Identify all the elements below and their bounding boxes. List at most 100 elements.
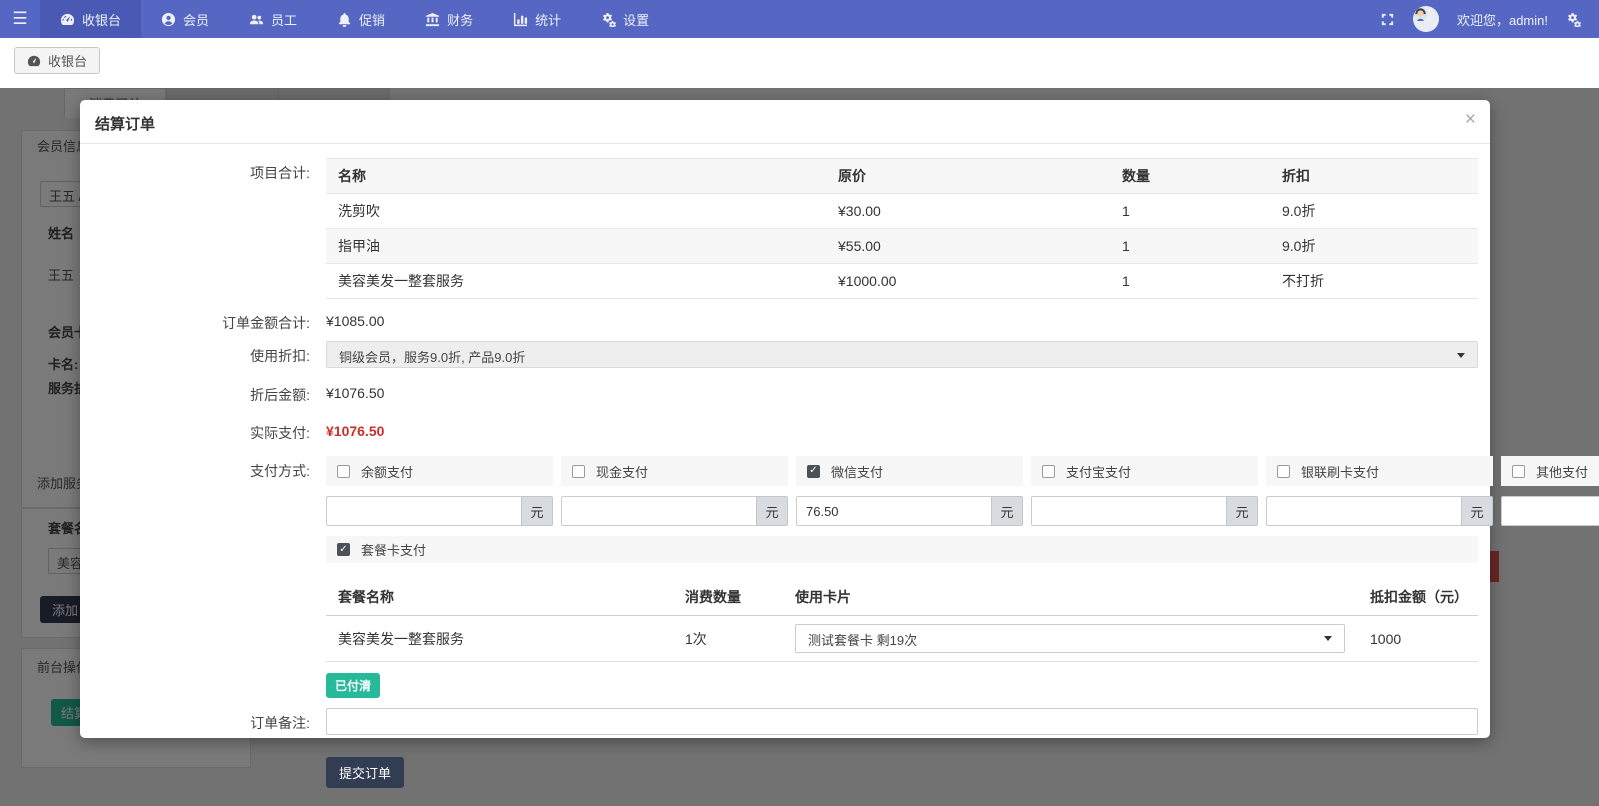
cash-amount-input[interactable] [561,496,756,526]
close-icon[interactable]: × [1465,110,1476,129]
nav-item-label: 促销 [359,10,385,29]
avatar[interactable] [1413,6,1439,32]
cell-name: 美容美发一整套服务 [326,264,826,299]
cell-name: 指甲油 [326,229,826,264]
wechat-amount-input[interactable] [796,496,991,526]
pkg-cell-amount: 1000 [1358,616,1478,662]
cell-discount: 不打折 [1270,264,1478,299]
welcome-text[interactable]: 欢迎您，admin! [1457,10,1548,29]
cell-price: ¥1000.00 [826,264,1110,299]
top-navbar: ☰ 收银台 会员 员工 促销 财务 统计 设置 [0,0,1599,38]
other-pay-checkbox[interactable] [1512,465,1525,478]
cell-discount: 9.0折 [1270,194,1478,229]
alipay-checkbox[interactable] [1042,465,1055,478]
nav-item-label: 收银台 [82,10,121,29]
chevron-down-icon [1324,636,1332,641]
payment-option-label: 支付宝支付 [1066,462,1131,481]
unit-addon: 元 [756,496,788,526]
nav-item-cashier[interactable]: 收银台 [40,0,141,38]
card-select-value: 测试套餐卡 剩19次 [808,633,917,648]
payment-option-cash: 现金支付 [561,456,788,486]
package-card-table: 套餐名称 消费数量 使用卡片 抵扣金额（元） 美容美发一整套服务 1次 测试套餐… [326,579,1478,662]
modal-header: 结算订单 × [80,100,1490,144]
cell-qty: 1 [1110,229,1270,264]
nav-item-label: 统计 [535,10,561,29]
nav-item-statistics[interactable]: 统计 [493,0,581,38]
unit-addon: 元 [521,496,553,526]
nav-item-label: 设置 [623,10,649,29]
pkg-header-count: 消费数量 [673,579,783,616]
other-amount-input[interactable] [1501,496,1599,526]
payment-method-label: 支付方式: [80,456,326,698]
cell-qty: 1 [1110,194,1270,229]
pkg-header-name: 套餐名称 [326,579,673,616]
use-discount-label: 使用折扣: [80,341,326,368]
package-card-pay-checkbox[interactable] [337,543,350,556]
table-row: 美容美发一整套服务 1次 测试套餐卡 剩19次 1000 [326,616,1478,662]
unionpay-amount-group: 元 [1266,496,1493,526]
payment-option-balance: 余额支付 [326,456,553,486]
nav-item-member[interactable]: 会员 [141,0,229,38]
dashboard-icon [27,54,41,68]
menu-icon[interactable]: ☰ [0,0,40,38]
chart-icon [513,12,528,27]
payment-option-unionpay: 银联刷卡支付 [1266,456,1493,486]
cell-discount: 9.0折 [1270,229,1478,264]
package-card-pay-row: 套餐卡支付 [326,536,1478,563]
card-select[interactable]: 测试套餐卡 剩19次 [795,624,1345,653]
payment-option-label: 余额支付 [361,462,413,481]
payment-option-label: 现金支付 [596,462,648,481]
nav-item-settings[interactable]: 设置 [581,0,669,38]
cell-qty: 1 [1110,264,1270,299]
payment-option-alipay: 支付宝支付 [1031,456,1258,486]
unit-addon: 元 [991,496,1023,526]
payment-option-other: 其他支付 [1501,456,1599,486]
discounted-amount-value: ¥1076.50 [326,380,1478,405]
cash-pay-checkbox[interactable] [572,465,585,478]
nav-item-promotion[interactable]: 促销 [317,0,405,38]
alipay-amount-group: 元 [1031,496,1258,526]
col-header-qty: 数量 [1110,159,1270,194]
pkg-cell-name: 美容美发一整套服务 [326,616,673,662]
actual-pay-value: ¥1076.50 [326,418,1478,443]
cell-price: ¥55.00 [826,229,1110,264]
table-row: 指甲油 ¥55.00 1 9.0折 [326,229,1478,264]
order-remark-input[interactable] [326,708,1478,735]
gears-icon [601,12,616,27]
wechat-pay-checkbox[interactable] [807,465,820,478]
breadcrumb-cashier-button[interactable]: 收银台 [14,47,100,74]
unionpay-checkbox[interactable] [1277,465,1290,478]
settle-order-modal: 结算订单 × 项目合计: 名称 原价 数量 折扣 洗剪吹 ¥30.00 1 [80,100,1490,738]
nav-item-label: 员工 [271,10,297,29]
chevron-down-icon [1457,353,1465,358]
nav-item-finance[interactable]: 财务 [405,0,493,38]
unionpay-amount-input[interactable] [1266,496,1461,526]
alipay-amount-input[interactable] [1031,496,1226,526]
settings-gears-icon[interactable] [1566,12,1581,27]
package-card-pay-label: 套餐卡支付 [361,540,426,559]
wechat-amount-group: 元 [796,496,1023,526]
discount-select-value: 铜级会员，服务9.0折, 产品9.0折 [339,350,525,365]
actual-pay-label: 实际支付: [80,418,326,443]
submit-order-button[interactable]: 提交订单 [326,757,404,788]
balance-amount-input[interactable] [326,496,521,526]
dashboard-icon [60,12,75,27]
bell-icon [337,12,352,27]
col-header-discount: 折扣 [1270,159,1478,194]
items-total-label: 项目合计: [80,158,326,299]
unit-addon: 元 [1461,496,1493,526]
payment-option-wechat: 微信支付 [796,456,1023,486]
balance-amount-group: 元 [326,496,553,526]
nav-item-staff[interactable]: 员工 [229,0,317,38]
users-icon [249,12,264,27]
payment-option-label: 微信支付 [831,462,883,481]
bank-icon [425,12,440,27]
balance-pay-checkbox[interactable] [337,465,350,478]
discount-select[interactable]: 铜级会员，服务9.0折, 产品9.0折 [326,341,1478,368]
table-row: 美容美发一整套服务 ¥1000.00 1 不打折 [326,264,1478,299]
discounted-amount-label: 折后金额: [80,380,326,405]
modal-title: 结算订单 [95,116,155,133]
cell-price: ¥30.00 [826,194,1110,229]
fullscreen-icon[interactable] [1380,12,1395,27]
order-items-table: 名称 原价 数量 折扣 洗剪吹 ¥30.00 1 9.0折 指甲油 ¥55.00 [326,158,1478,299]
